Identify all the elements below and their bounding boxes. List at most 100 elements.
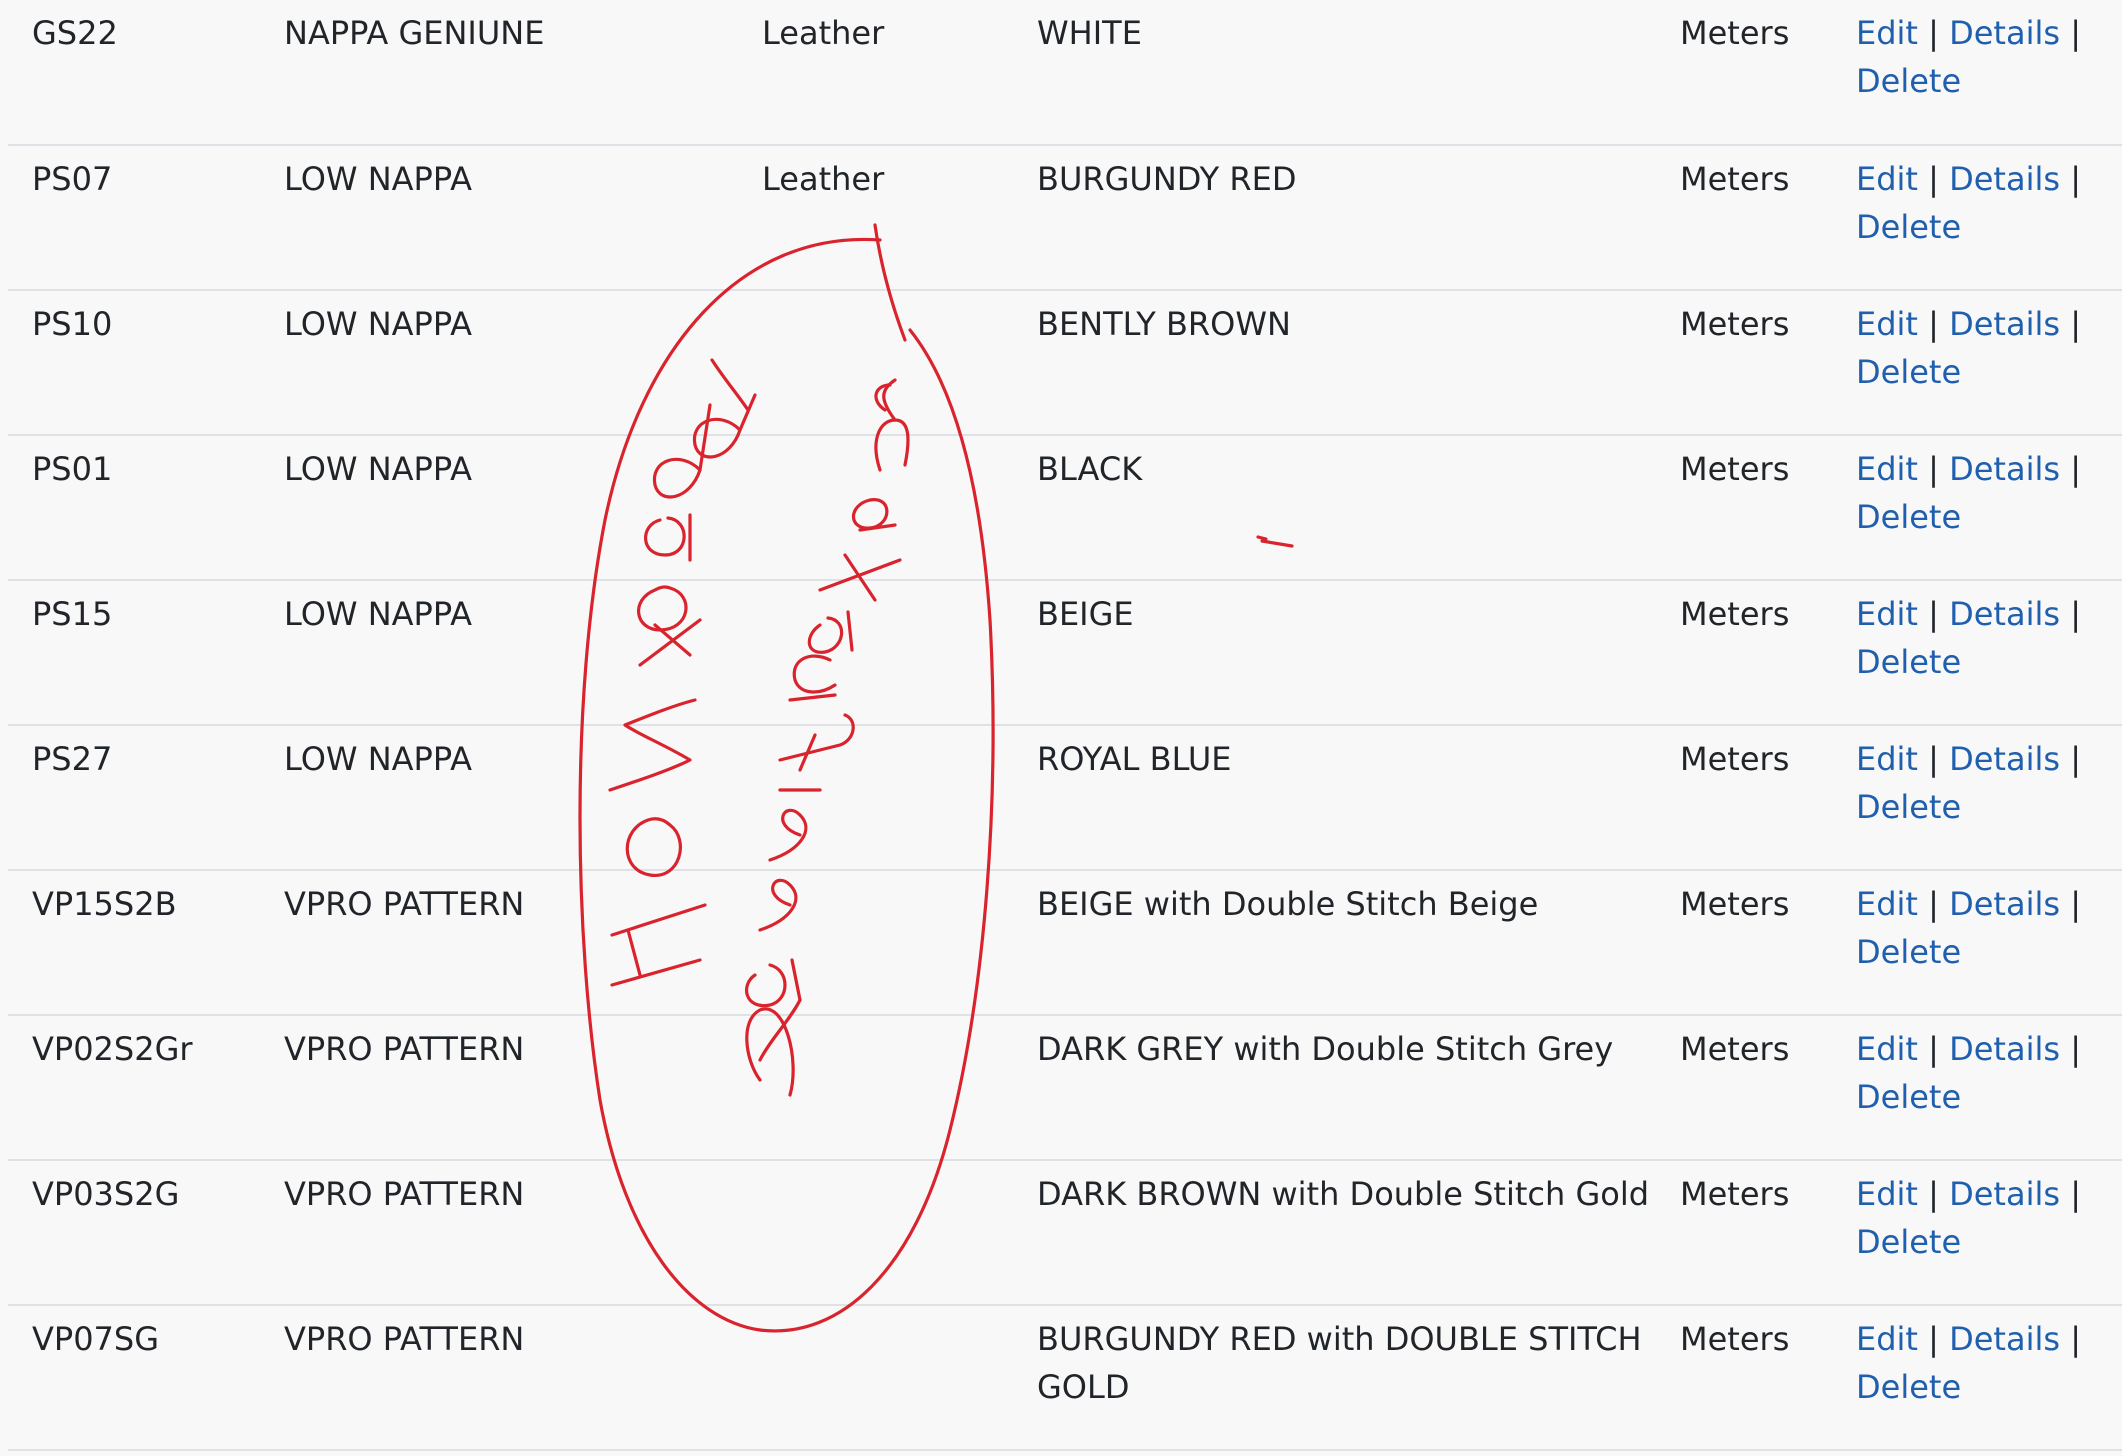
- separator: |: [2070, 885, 2081, 923]
- delete-link[interactable]: Delete: [1856, 353, 1961, 391]
- cell-code: GS22: [8, 0, 260, 146]
- cell-name: VPRO PATTERN: [260, 870, 738, 1016]
- cell-name: LOW NAPPA: [260, 145, 738, 291]
- edit-link[interactable]: Edit: [1856, 885, 1918, 923]
- delete-link[interactable]: Delete: [1856, 933, 1961, 971]
- details-link[interactable]: Details: [1949, 450, 2060, 488]
- details-link[interactable]: Details: [1949, 1175, 2060, 1213]
- separator: |: [1928, 1030, 1939, 1068]
- cell-code: PS10: [8, 290, 260, 436]
- screenshot-stage: GS22 NAPPA GENIUNE Leather WHITE Meters …: [0, 0, 2122, 1456]
- cell-color: BURGUNDY RED: [1013, 145, 1656, 291]
- cell-actions: Edit | Details | Delete: [1832, 1160, 2122, 1306]
- delete-link[interactable]: Delete: [1856, 62, 1961, 100]
- cell-color: BURGUNDY RED with DOUBLE STITCH GOLD: [1013, 1305, 1656, 1451]
- table-row: GS22 NAPPA GENIUNE Leather WHITE Meters …: [8, 0, 2122, 146]
- separator: |: [1928, 740, 1939, 778]
- cell-type: [738, 1160, 1013, 1306]
- table-row: PS07 LOW NAPPA Leather BURGUNDY RED Mete…: [8, 145, 2122, 291]
- cell-unit: Meters: [1656, 0, 1832, 146]
- separator: |: [2070, 1030, 2081, 1068]
- cell-actions: Edit | Details | Delete: [1832, 435, 2122, 581]
- details-link[interactable]: Details: [1949, 305, 2060, 343]
- cell-color: ROYAL BLUE: [1013, 725, 1656, 871]
- cell-color: BEIGE: [1013, 580, 1656, 726]
- cell-actions: Edit | Details | Delete: [1832, 290, 2122, 436]
- cell-code: VP02S2Gr: [8, 1015, 260, 1161]
- details-link[interactable]: Details: [1949, 885, 2060, 923]
- delete-link[interactable]: Delete: [1856, 1078, 1961, 1116]
- separator: |: [2070, 740, 2081, 778]
- edit-link[interactable]: Edit: [1856, 595, 1918, 633]
- cell-name: LOW NAPPA: [260, 435, 738, 581]
- cell-actions: Edit | Details | Delete: [1832, 725, 2122, 871]
- edit-link[interactable]: Edit: [1856, 1320, 1918, 1358]
- separator: |: [2070, 1320, 2081, 1358]
- details-link[interactable]: Details: [1949, 1320, 2060, 1358]
- cell-unit: Meters: [1656, 870, 1832, 1016]
- cell-unit: Meters: [1656, 725, 1832, 871]
- edit-link[interactable]: Edit: [1856, 305, 1918, 343]
- separator: |: [1928, 1320, 1939, 1358]
- cell-color: WHITE: [1013, 0, 1656, 146]
- cell-type: Leather: [738, 145, 1013, 291]
- edit-link[interactable]: Edit: [1856, 450, 1918, 488]
- cell-actions: Edit | Details | Delete: [1832, 1015, 2122, 1161]
- cell-color: DARK GREY with Double Stitch Grey: [1013, 1015, 1656, 1161]
- separator: |: [2070, 160, 2081, 198]
- cell-color: BEIGE with Double Stitch Beige: [1013, 870, 1656, 1016]
- cell-type: [738, 1305, 1013, 1451]
- edit-link[interactable]: Edit: [1856, 1030, 1918, 1068]
- materials-table-body: GS22 NAPPA GENIUNE Leather WHITE Meters …: [8, 0, 2122, 1451]
- separator: |: [1928, 595, 1939, 633]
- cell-name: NAPPA GENIUNE: [260, 0, 738, 146]
- separator: |: [1928, 160, 1939, 198]
- cell-color: DARK BROWN with Double Stitch Gold: [1013, 1160, 1656, 1306]
- table-row: VP03S2G VPRO PATTERN DARK BROWN with Dou…: [8, 1160, 2122, 1306]
- details-link[interactable]: Details: [1949, 160, 2060, 198]
- separator: |: [1928, 1175, 1939, 1213]
- cell-code: VP03S2G: [8, 1160, 260, 1306]
- cell-unit: Meters: [1656, 1305, 1832, 1451]
- cell-name: VPRO PATTERN: [260, 1305, 738, 1451]
- delete-link[interactable]: Delete: [1856, 788, 1961, 826]
- table-row: VP15S2B VPRO PATTERN BEIGE with Double S…: [8, 870, 2122, 1016]
- table-row: VP07SG VPRO PATTERN BURGUNDY RED with DO…: [8, 1305, 2122, 1451]
- cell-unit: Meters: [1656, 290, 1832, 436]
- cell-code: PS15: [8, 580, 260, 726]
- separator: |: [1928, 14, 1939, 52]
- cell-color: BLACK: [1013, 435, 1656, 581]
- cell-unit: Meters: [1656, 145, 1832, 291]
- delete-link[interactable]: Delete: [1856, 1368, 1961, 1406]
- separator: |: [2070, 450, 2081, 488]
- delete-link[interactable]: Delete: [1856, 643, 1961, 681]
- cell-type: [738, 435, 1013, 581]
- details-link[interactable]: Details: [1949, 14, 2060, 52]
- edit-link[interactable]: Edit: [1856, 14, 1918, 52]
- cell-actions: Edit | Details | Delete: [1832, 145, 2122, 291]
- cell-code: VP15S2B: [8, 870, 260, 1016]
- table-row: VP02S2Gr VPRO PATTERN DARK GREY with Dou…: [8, 1015, 2122, 1161]
- separator: |: [1928, 885, 1939, 923]
- cell-type: [738, 725, 1013, 871]
- delete-link[interactable]: Delete: [1856, 498, 1961, 536]
- cell-type: [738, 580, 1013, 726]
- edit-link[interactable]: Edit: [1856, 1175, 1918, 1213]
- cell-code: VP07SG: [8, 1305, 260, 1451]
- delete-link[interactable]: Delete: [1856, 1223, 1961, 1261]
- cell-code: PS07: [8, 145, 260, 291]
- cell-name: VPRO PATTERN: [260, 1015, 738, 1161]
- separator: |: [1928, 305, 1939, 343]
- cell-actions: Edit | Details | Delete: [1832, 870, 2122, 1016]
- delete-link[interactable]: Delete: [1856, 208, 1961, 246]
- edit-link[interactable]: Edit: [1856, 160, 1918, 198]
- cell-unit: Meters: [1656, 580, 1832, 726]
- details-link[interactable]: Details: [1949, 740, 2060, 778]
- cell-code: PS01: [8, 435, 260, 581]
- edit-link[interactable]: Edit: [1856, 740, 1918, 778]
- details-link[interactable]: Details: [1949, 595, 2060, 633]
- table-row: PS27 LOW NAPPA ROYAL BLUE Meters Edit | …: [8, 725, 2122, 871]
- separator: |: [2070, 1175, 2081, 1213]
- details-link[interactable]: Details: [1949, 1030, 2060, 1068]
- cell-actions: Edit | Details | Delete: [1832, 0, 2122, 146]
